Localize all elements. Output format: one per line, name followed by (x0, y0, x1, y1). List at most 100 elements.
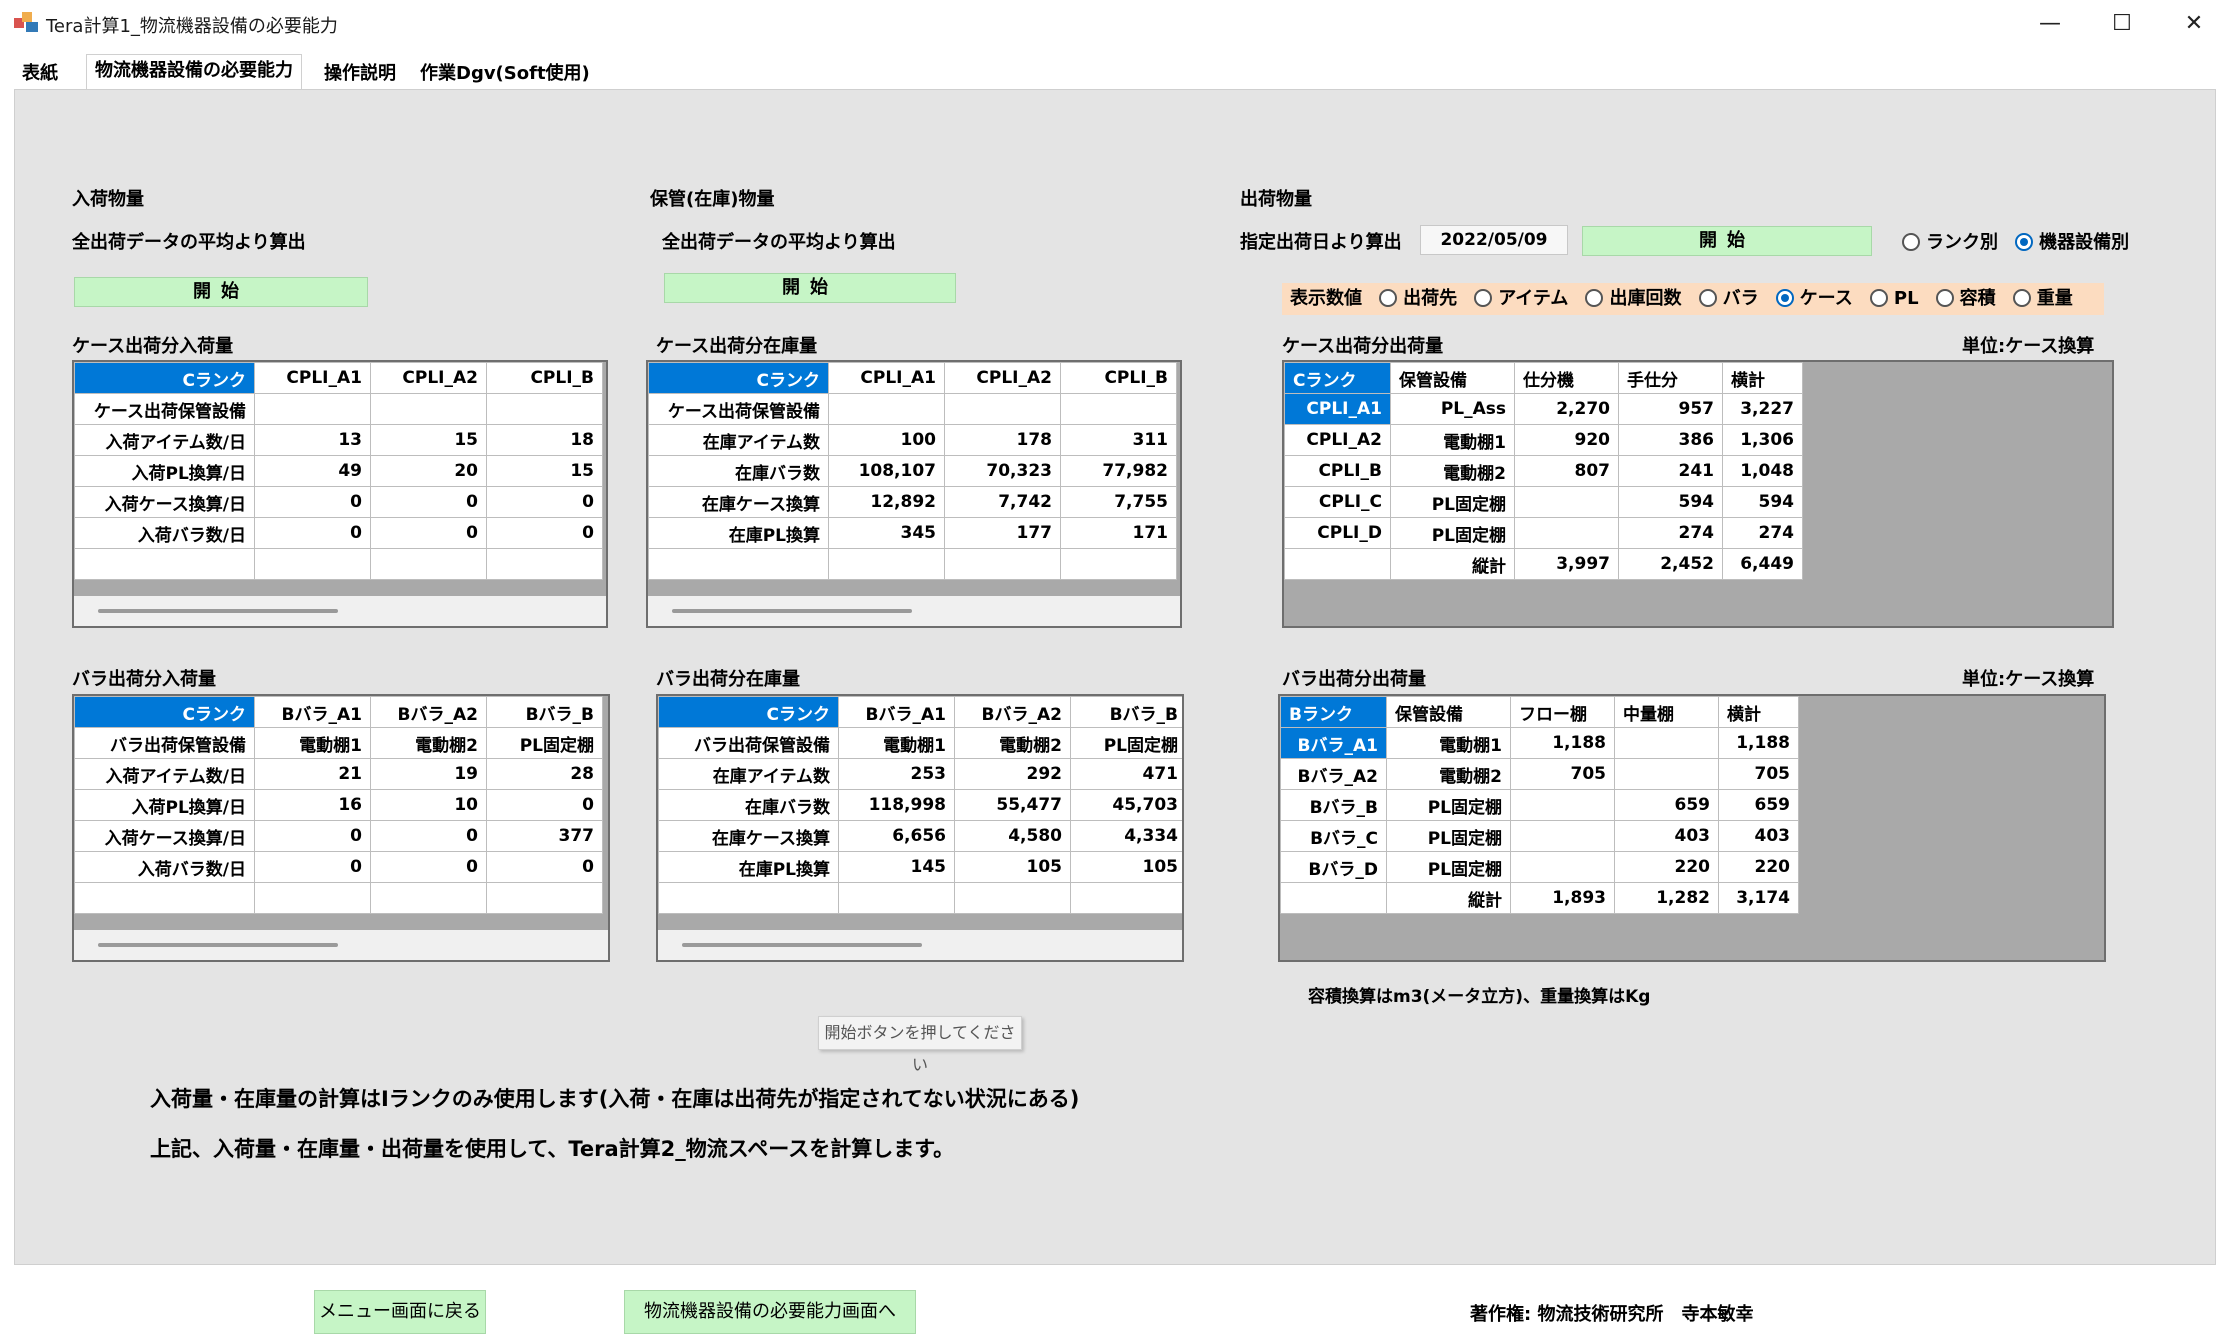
table-cell[interactable]: 15 (486, 455, 603, 487)
table-cell[interactable] (370, 548, 487, 580)
table-row[interactable]: Bバラ_B PL固定棚 659 659 (1280, 789, 1799, 821)
table-cell[interactable] (1614, 758, 1719, 790)
table-cell[interactable]: 21 (254, 758, 371, 790)
table-cell[interactable] (954, 882, 1071, 914)
tab-instructions[interactable]: 操作説明 (316, 58, 404, 90)
table-row[interactable] (74, 882, 603, 914)
table-cell[interactable]: 108,107 (828, 455, 945, 487)
table-cell[interactable]: 0 (254, 486, 371, 518)
table-cell[interactable]: 0 (486, 851, 603, 883)
table-row[interactable]: 在庫アイテム数 100 178 311 (648, 424, 1177, 456)
table-cell[interactable]: 18 (486, 424, 603, 456)
table-cell[interactable]: 377 (486, 820, 603, 852)
column-header[interactable]: CPLI_B (486, 362, 603, 394)
table-cell[interactable]: PL固定棚 (1386, 820, 1511, 852)
table-row[interactable]: 入荷バラ数/日 0 0 0 (74, 851, 603, 883)
column-header[interactable]: Bバラ_A2 (954, 696, 1071, 728)
table-cell[interactable]: Bバラ_A1 (1280, 727, 1387, 759)
table-cell[interactable]: 電動棚2 (370, 727, 487, 759)
table-cell[interactable]: 6,656 (838, 820, 955, 852)
table-row[interactable]: 在庫アイテム数 253 292 471 (658, 758, 1182, 790)
table-row[interactable]: 入荷バラ数/日 0 0 0 (74, 517, 603, 549)
horizontal-scrollbar[interactable] (74, 596, 606, 626)
maximize-button[interactable]: ☐ (2092, 4, 2152, 44)
column-header[interactable]: 保管設備 (1390, 362, 1515, 394)
table-cell[interactable]: 13 (254, 424, 371, 456)
radio-equipment-circle[interactable] (2015, 233, 2034, 251)
table-cell[interactable] (254, 882, 371, 914)
minimize-button[interactable]: — (2020, 4, 2080, 44)
table-cell[interactable] (1060, 548, 1177, 580)
table-cell[interactable]: 105 (954, 851, 1071, 883)
table-cell[interactable]: 電動棚1 (1390, 424, 1515, 456)
table-row[interactable] (648, 548, 1177, 580)
storage-start-button[interactable]: 開始 (664, 273, 956, 303)
table-cell[interactable]: 386 (1618, 424, 1723, 456)
radio-rank-circle[interactable] (1902, 233, 1920, 251)
horizontal-scrollbar[interactable] (658, 930, 1182, 960)
table-cell[interactable] (838, 882, 955, 914)
outbound-start-button[interactable]: 開始 (1582, 226, 1872, 256)
table-cell[interactable]: 171 (1060, 517, 1177, 549)
radio-picks-circle[interactable] (1585, 289, 1604, 307)
grid-bara-inbound[interactable]: Cランク Bバラ_A1 Bバラ_A2 Bバラ_B バラ出荷保管設備 電動棚1 電動棚2 PL固… (72, 694, 610, 962)
table-cell[interactable]: 入荷バラ数/日 (74, 851, 255, 883)
radio-destination-circle[interactable] (1379, 289, 1398, 307)
column-header[interactable]: 仕分機 (1514, 362, 1619, 394)
column-header[interactable]: Cランク (658, 696, 839, 728)
table-cell[interactable]: PL固定棚 (486, 727, 603, 759)
table-cell[interactable]: 77,982 (1060, 455, 1177, 487)
table-row[interactable] (74, 548, 603, 580)
table-cell[interactable]: 403 (1614, 820, 1719, 852)
table-cell[interactable] (828, 548, 945, 580)
table-cell[interactable]: 電動棚2 (1390, 455, 1515, 487)
table-cell[interactable]: PL_Ass (1390, 393, 1515, 425)
table-cell[interactable]: 1,048 (1722, 455, 1803, 487)
table-row[interactable]: Bバラ_C PL固定棚 403 403 (1280, 820, 1799, 852)
table-cell[interactable]: 在庫PL換算 (658, 851, 839, 883)
table-cell[interactable] (1510, 851, 1615, 883)
table-cell[interactable]: 電動棚1 (1386, 727, 1511, 759)
table-cell[interactable]: PL固定棚 (1070, 727, 1182, 759)
column-header[interactable]: Bバラ_A1 (838, 696, 955, 728)
table-cell[interactable]: 311 (1060, 424, 1177, 456)
table-cell[interactable] (1280, 882, 1387, 914)
table-cell[interactable]: 2,270 (1514, 393, 1619, 425)
inbound-start-button[interactable]: 開始 (74, 277, 368, 307)
column-header[interactable]: CPLI_A1 (254, 362, 371, 394)
table-row[interactable]: CPLI_A1 PL_Ass 2,270 957 3,227 (1284, 393, 1803, 425)
table-cell[interactable]: CPLI_D (1284, 517, 1391, 549)
table-cell[interactable]: 1,306 (1722, 424, 1803, 456)
table-cell[interactable]: 0 (370, 820, 487, 852)
table-cell[interactable] (1514, 486, 1619, 518)
table-cell[interactable] (370, 882, 487, 914)
table-cell[interactable]: 0 (486, 517, 603, 549)
table-cell[interactable]: 920 (1514, 424, 1619, 456)
column-header[interactable]: CPLI_A2 (370, 362, 487, 394)
radio-piece[interactable]: バラ (1698, 283, 1759, 315)
table-cell[interactable] (486, 882, 603, 914)
table-cell[interactable]: 594 (1722, 486, 1803, 518)
grid-case-inbound[interactable]: Cランク CPLI_A1 CPLI_A2 CPLI_B ケース出荷保管設備 入荷アイテム数… (72, 360, 608, 628)
table-row[interactable]: バラ出荷保管設備 電動棚1 電動棚2 PL固定棚 (74, 727, 603, 759)
table-cell[interactable] (648, 548, 829, 580)
table-cell[interactable]: 1,188 (1510, 727, 1615, 759)
table-cell[interactable]: 入荷アイテム数/日 (74, 424, 255, 456)
table-cell[interactable]: 3,997 (1514, 548, 1619, 580)
column-header[interactable]: 横計 (1718, 696, 1799, 728)
table-cell[interactable] (370, 393, 487, 425)
table-cell[interactable] (486, 548, 603, 580)
table-cell[interactable]: 15 (370, 424, 487, 456)
table-cell[interactable] (74, 882, 255, 914)
table-row[interactable]: 在庫PL換算 345 177 171 (648, 517, 1177, 549)
column-header[interactable]: Cランク (74, 696, 255, 728)
table-cell[interactable]: Bバラ_B (1280, 789, 1387, 821)
table-cell[interactable]: 4,334 (1070, 820, 1182, 852)
table-cell[interactable]: 220 (1614, 851, 1719, 883)
radio-destination[interactable]: 出荷先 (1379, 283, 1457, 315)
column-header[interactable]: Bバラ_B (1070, 696, 1182, 728)
table-cell[interactable]: 0 (370, 851, 487, 883)
radio-item-circle[interactable] (1474, 289, 1493, 307)
table-cell[interactable]: 471 (1070, 758, 1182, 790)
table-cell[interactable]: 縦計 (1386, 882, 1511, 914)
